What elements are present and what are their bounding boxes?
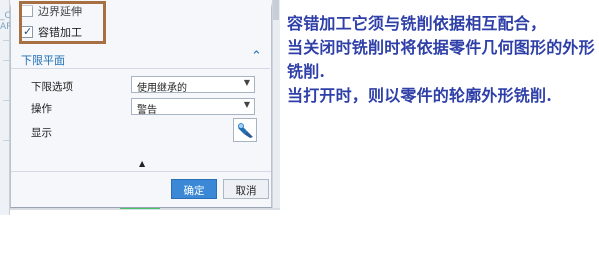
annotation-text: 容错加工它须与铣削依据相互配合， 当关闭时铣削时将依据零件几何图形的外形铣削. …	[287, 12, 599, 108]
flashlight-icon	[238, 123, 253, 138]
background-green-line	[120, 208, 160, 209]
section-header-lower-limit[interactable]: 下限平面 ⌃	[11, 48, 271, 70]
background-line	[3, 40, 9, 41]
cancel-button[interactable]: 取消	[223, 179, 269, 199]
section-title: 下限平面	[21, 54, 65, 67]
field-label: 显示	[31, 127, 52, 139]
display-button[interactable]	[233, 118, 257, 142]
annotation-line: 当关闭时铣削时将依据零件几何图形的外形铣削.	[287, 38, 595, 81]
dropdown-arrow-icon: ▼	[243, 100, 250, 109]
select-value: 使用继承的	[137, 83, 187, 94]
dialog-scrollbar[interactable]	[272, 0, 280, 208]
field-label: 操作	[31, 103, 52, 115]
field-label: 下限选项	[31, 81, 73, 93]
ok-button[interactable]: 确定	[171, 179, 217, 199]
annotation-line: 当打开时，则以零件的轮廓外形铣削.	[287, 86, 552, 105]
background-line	[3, 100, 9, 101]
section-divider	[11, 68, 270, 69]
background-line	[3, 140, 9, 141]
annotation-line: 容错加工它须与铣削依据相互配合，	[287, 14, 547, 33]
chevron-up-icon[interactable]: ⌃	[251, 49, 262, 64]
action-select[interactable]: 警告 ▼	[131, 98, 255, 116]
scrollbar-thumb[interactable]	[273, 0, 279, 20]
lower-limit-option-select[interactable]: 使用继承的 ▼	[131, 76, 255, 94]
footer-divider	[11, 171, 271, 172]
annotation-highlight-box	[19, 1, 106, 44]
select-value: 警告	[137, 105, 157, 116]
triangle-up-icon[interactable]: ▲	[139, 159, 145, 168]
dropdown-arrow-icon: ▼	[243, 78, 250, 87]
background-line	[3, 60, 9, 61]
background-window-edge	[0, 0, 10, 215]
